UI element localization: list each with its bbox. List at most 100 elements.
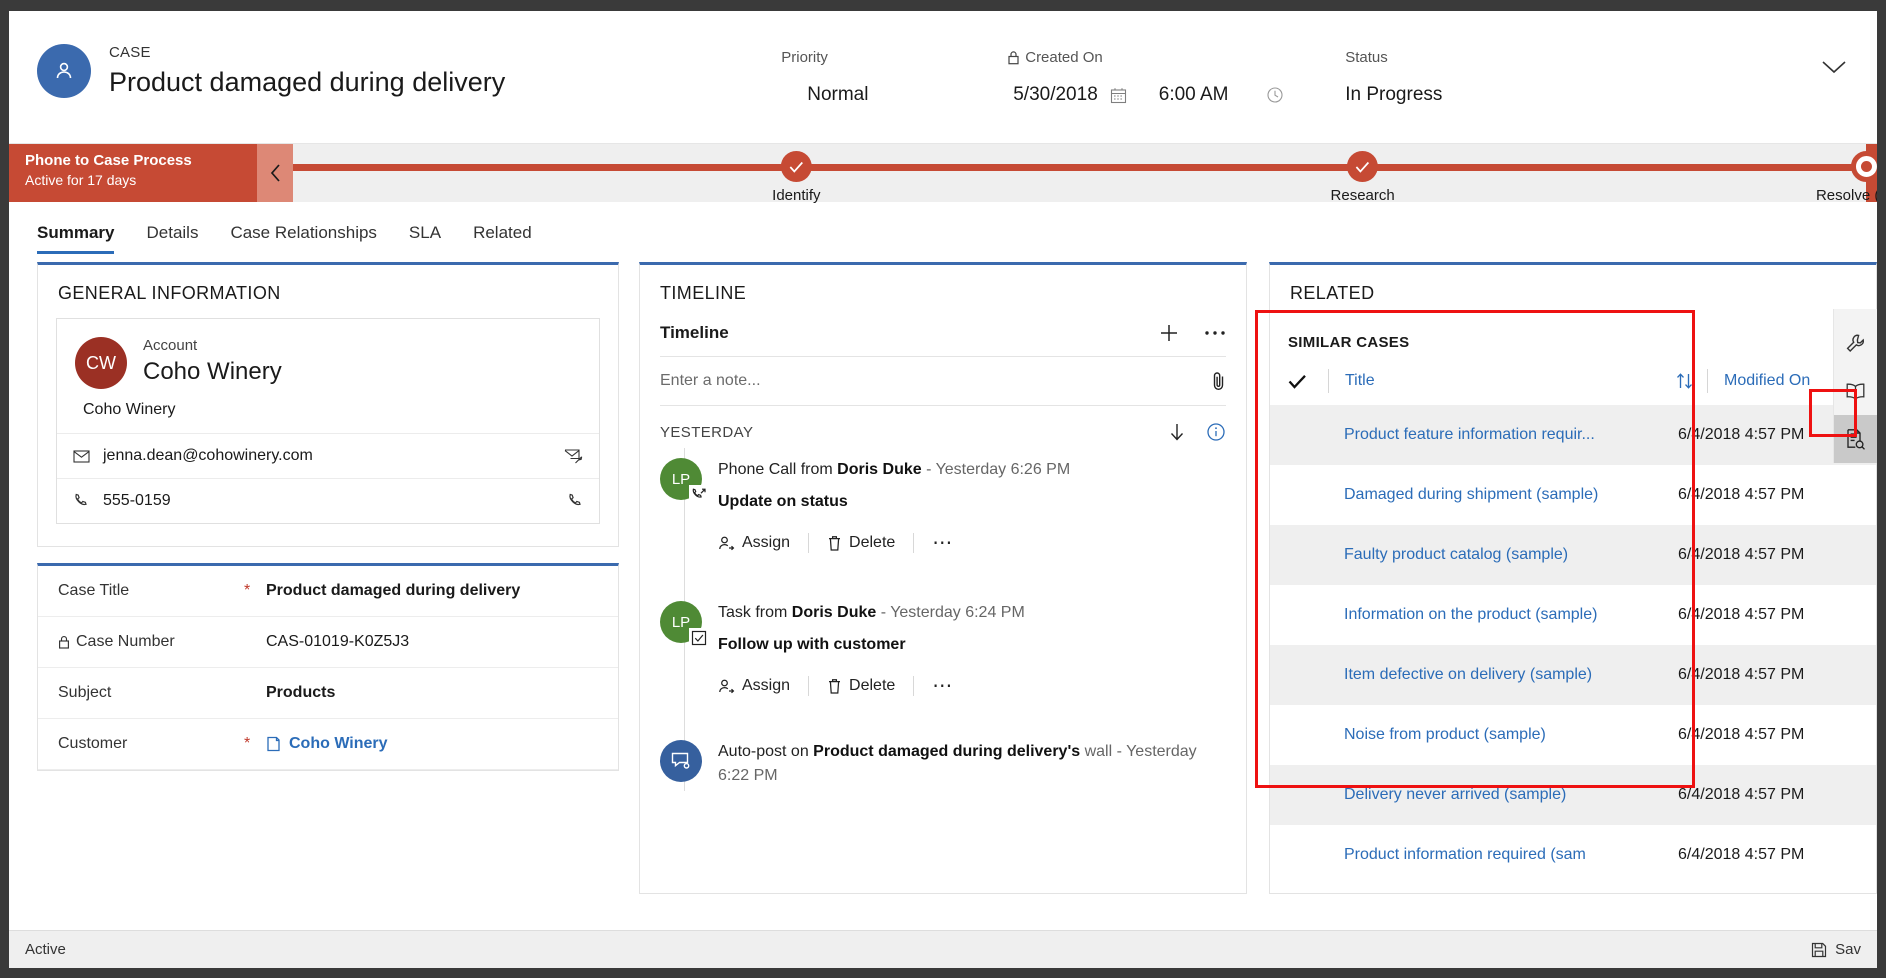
auto-post-icon — [670, 751, 692, 771]
field-value: CAS-01019-K0Z5J3 — [266, 633, 410, 650]
timeline-item[interactable]: LP Task from Doris Duke - Yesterday 6:24… — [660, 591, 1226, 700]
table-row[interactable]: Product information required (sam 6/4/20… — [1270, 825, 1876, 885]
field-value[interactable]: Product damaged during delivery — [266, 582, 520, 600]
field-label: Case Title — [58, 582, 130, 599]
check-icon — [780, 151, 812, 182]
wrench-icon[interactable] — [1834, 319, 1878, 367]
created-on-time[interactable]: 6:00 AM — [1159, 84, 1229, 106]
clock-icon[interactable] — [1266, 86, 1284, 104]
delete-button[interactable]: Delete — [827, 534, 895, 552]
plus-icon[interactable] — [1158, 322, 1180, 344]
timeline-items: LP Phone Call from Doris Duke - Yesterda — [640, 448, 1246, 791]
status-value[interactable]: In Progress — [1345, 84, 1547, 106]
row-title[interactable]: Item defective on delivery (sample) — [1288, 666, 1678, 684]
required-marker: * — [244, 735, 251, 752]
process-name-block[interactable]: Phone to Case Process Active for 17 days — [9, 144, 257, 202]
timeline-item-prefix: Auto-post on — [718, 743, 814, 761]
save-button[interactable]: Sav — [1811, 941, 1861, 958]
row-title[interactable]: Delivery never arrived (sample) — [1288, 786, 1678, 804]
table-row[interactable]: Delivery never arrived (sample) 6/4/2018… — [1270, 765, 1876, 825]
timeline-item-subject: Follow up with customer — [718, 636, 906, 654]
field-value[interactable]: Products — [266, 684, 335, 702]
field-value-wrap[interactable]: Coho Winery — [266, 735, 388, 753]
process-name: Phone to Case Process — [25, 152, 192, 169]
table-row[interactable]: Product feature information requir... 6/… — [1270, 405, 1876, 465]
row-title[interactable]: Information on the product (sample) — [1288, 606, 1678, 624]
row-title[interactable]: Product feature information requir... — [1288, 426, 1678, 444]
row-modified-on: 6/4/2018 4:57 PM — [1678, 426, 1805, 443]
assign-button[interactable]: Assign — [718, 534, 790, 552]
account-name[interactable]: Coho Winery — [143, 358, 282, 386]
process-stage-research[interactable]: Research — [1331, 144, 1395, 204]
timeline-item-meta: - Yesterday 6:26 PM — [921, 461, 1071, 478]
row-title[interactable]: Damaged during shipment (sample) — [1288, 486, 1678, 504]
ellipsis-icon[interactable]: ⋯ — [932, 533, 953, 553]
tab-case-relationships[interactable]: Case Relationships — [230, 223, 376, 254]
call-icon[interactable] — [567, 493, 583, 509]
info-icon[interactable] — [1206, 422, 1226, 442]
tab-sla[interactable]: SLA — [409, 223, 441, 254]
stage-label: Identify — [772, 187, 821, 204]
row-title[interactable]: Faulty product catalog (sample) — [1288, 546, 1678, 564]
note-placeholder: Enter a note... — [660, 372, 761, 389]
field-case-number: Case Number CAS-01019-K0Z5J3 — [38, 617, 618, 668]
tab-related[interactable]: Related — [473, 223, 532, 254]
ellipsis-icon[interactable] — [1204, 330, 1226, 336]
check-icon — [1347, 151, 1379, 182]
ellipsis-icon[interactable]: ⋯ — [932, 676, 953, 696]
timeline-item-person[interactable]: Doris Duke — [792, 604, 876, 621]
header-field-priority: Priority Normal — [777, 49, 1007, 106]
field-case-title: Case Title * Product damaged during deli… — [38, 566, 618, 617]
chevron-left-icon[interactable] — [257, 144, 293, 202]
table-row[interactable]: Noise from product (sample) 6/4/2018 4:5… — [1270, 705, 1876, 765]
table-row[interactable]: Faulty product catalog (sample) 6/4/2018… — [1270, 525, 1876, 585]
avatar-initials: LP — [671, 613, 691, 631]
form-body: GENERAL INFORMATION CW Account Coho Wine… — [9, 254, 1877, 894]
send-email-icon[interactable] — [564, 448, 583, 464]
divider — [808, 676, 810, 697]
priority-value[interactable]: Normal — [781, 84, 1007, 106]
similar-cases-list: Product feature information requir... 6/… — [1270, 405, 1876, 885]
process-stage-resolve[interactable]: Resolve (17 D) — [1816, 144, 1877, 204]
chevron-down-icon[interactable] — [1821, 59, 1847, 75]
process-stage-identify[interactable]: Identify — [772, 144, 821, 204]
delete-label: Delete — [849, 677, 896, 695]
paperclip-icon[interactable] — [1211, 371, 1226, 391]
assign-label: Assign — [742, 534, 791, 552]
calendar-icon[interactable] — [1110, 87, 1127, 104]
avatar: LP — [660, 458, 708, 504]
timeline-item[interactable]: LP Phone Call from Doris Duke - Yesterda — [660, 448, 1226, 557]
avatar: CW — [75, 337, 127, 389]
field-label: Case Number — [76, 633, 175, 650]
account-phone[interactable]: 555-0159 — [103, 492, 567, 510]
timeline-item-subject: Update on status — [718, 493, 848, 511]
created-on-date[interactable]: 5/30/2018 — [1013, 84, 1098, 106]
sort-arrows-icon[interactable] — [1676, 372, 1707, 390]
tab-summary[interactable]: Summary — [37, 223, 115, 254]
lock-icon — [58, 635, 70, 649]
timeline-item-person[interactable]: Doris Duke — [837, 461, 921, 478]
row-title[interactable]: Noise from product (sample) — [1288, 726, 1678, 744]
checkmark-icon[interactable] — [1288, 374, 1328, 389]
arrow-down-icon[interactable] — [1168, 422, 1186, 442]
row-title[interactable]: Product information required (sam — [1288, 846, 1678, 864]
header-field-created-on: Created On 5/30/2018 6:00 AM — [1007, 49, 1307, 106]
timeline-item[interactable]: Auto-post on Product damaged during deli… — [660, 730, 1226, 790]
book-icon[interactable] — [1834, 367, 1878, 415]
tab-details[interactable]: Details — [146, 223, 198, 254]
similar-cases-header-row: Title Modified On — [1270, 365, 1876, 405]
status-bar: Active Sav — [9, 930, 1877, 968]
table-row[interactable]: Item defective on delivery (sample) 6/4/… — [1270, 645, 1876, 705]
case-fields-card: Case Title * Product damaged during deli… — [37, 563, 619, 771]
column-header-title[interactable]: Title — [1329, 372, 1676, 390]
table-row[interactable]: Information on the product (sample) 6/4/… — [1270, 585, 1876, 645]
document-search-icon[interactable] — [1833, 415, 1877, 463]
account-email[interactable]: jenna.dean@cohowinery.com — [103, 447, 564, 465]
note-input-row[interactable]: Enter a note... — [660, 356, 1226, 406]
table-row[interactable]: Damaged during shipment (sample) 6/4/201… — [1270, 465, 1876, 525]
assign-button[interactable]: Assign — [718, 677, 790, 695]
header-field-status: Status In Progress — [1307, 49, 1547, 106]
envelope-icon — [73, 449, 103, 463]
record-status: Active — [25, 941, 66, 958]
delete-button[interactable]: Delete — [827, 677, 895, 695]
